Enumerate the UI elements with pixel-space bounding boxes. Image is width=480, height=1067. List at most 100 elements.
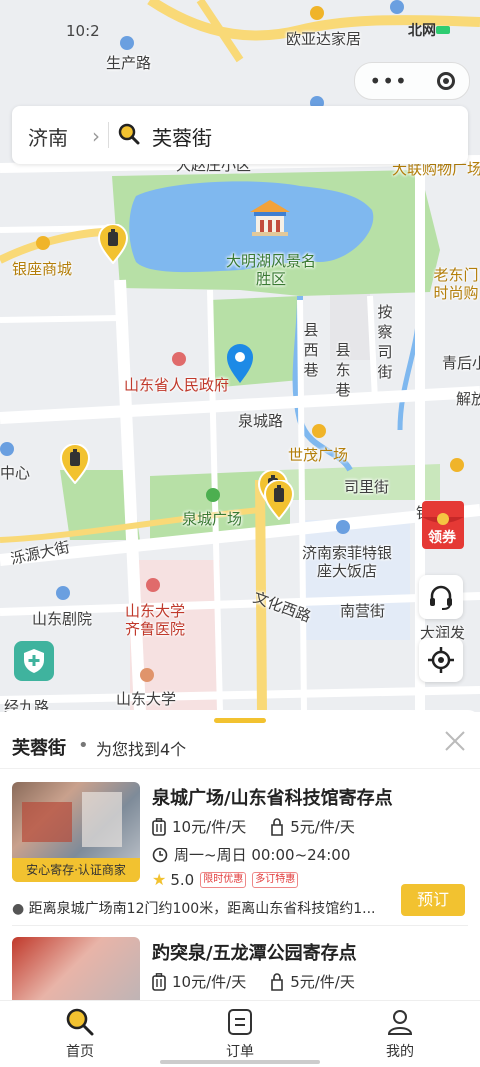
- pavilion-icon: [250, 200, 290, 236]
- shield-plus-icon: [24, 649, 44, 673]
- tab-home[interactable]: 首页: [40, 1007, 120, 1061]
- price-large: 10元/件/天: [172, 818, 247, 836]
- location-icon: ●: [12, 901, 25, 917]
- mall-icon[interactable]: [310, 6, 324, 20]
- promo-tag: 限时优惠: [200, 871, 247, 888]
- map-label: 青后小: [442, 354, 480, 372]
- map-label: 解放: [456, 390, 480, 408]
- map-label: 山东省人民政府: [124, 376, 230, 394]
- map-label: 世茂广场: [288, 446, 349, 464]
- chevron-right-icon[interactable]: ›: [92, 124, 100, 148]
- school-icon[interactable]: [140, 668, 154, 682]
- map-label: 按察司街: [377, 303, 393, 381]
- divider: [12, 925, 468, 926]
- government-icon[interactable]: [172, 352, 186, 366]
- distance-value: 距离泉城广场南12门约100米，距离山东省科技馆约1...: [28, 901, 376, 917]
- hotel-icon[interactable]: [336, 520, 350, 534]
- miniprogram-capsule[interactable]: •••: [354, 62, 470, 100]
- search-bar[interactable]: 济南 › 芙蓉街: [12, 106, 468, 164]
- status-time: 10:2: [66, 22, 100, 40]
- park-icon[interactable]: [206, 488, 220, 502]
- map-label: 山东大学: [116, 690, 177, 708]
- search-input[interactable]: 芙蓉街: [152, 122, 212, 151]
- map-label: 大明湖风景名胜区: [226, 252, 317, 288]
- map-label: 县西巷: [303, 321, 319, 379]
- metro-icon[interactable]: [0, 442, 14, 456]
- divider: [0, 768, 480, 769]
- certified-badge: 安心寄存·认证商家: [12, 858, 140, 882]
- location-pin-icon: [227, 344, 253, 383]
- search-icon: [66, 1008, 94, 1036]
- distance-text: ● 距离泉城广场南12门约100米，距离山东省科技馆约1...: [12, 898, 392, 918]
- map-label: 银座商城: [12, 260, 73, 278]
- status-bar: 10:2 北网: [0, 0, 480, 40]
- mall-icon[interactable]: [312, 424, 326, 438]
- tab-bar: 首页 订单 我的: [0, 1000, 480, 1067]
- bag-icon: [271, 972, 284, 991]
- hours-text: 周一~周日 00:00~24:00: [174, 846, 351, 864]
- list-item[interactable]: 趵突泉/五龙潭公园寄存点 10元/件/天 5元/件/天: [12, 937, 468, 1000]
- search-icon: [118, 123, 140, 145]
- tab-label: 首页: [66, 1044, 94, 1060]
- price-row: 10元/件/天 5元/件/天: [152, 971, 355, 992]
- coupon-label: 领券: [428, 530, 456, 546]
- storage-photo: 安心寄存·认证商家: [12, 782, 140, 882]
- storage-point-marker[interactable]: [264, 480, 294, 520]
- hospital-icon[interactable]: [146, 578, 160, 592]
- mall-icon[interactable]: [450, 458, 464, 472]
- item-title: 趵突泉/五龙潭公园寄存点: [152, 943, 357, 964]
- item-title: 泉城广场/山东省科技馆寄存点: [152, 788, 393, 809]
- map-label: 泉城路: [238, 412, 284, 430]
- tab-profile[interactable]: 我的: [360, 1007, 440, 1061]
- bag-icon: [271, 817, 284, 836]
- suitcase-icon: [152, 972, 166, 991]
- storage-photo: [12, 937, 140, 1000]
- coupon-button[interactable]: 领券: [418, 499, 470, 551]
- divider: [108, 122, 109, 148]
- map-label: 泉城广场: [182, 510, 243, 528]
- map-label: 南营街: [340, 602, 386, 620]
- customer-service-button[interactable]: [419, 575, 463, 619]
- storage-point-marker[interactable]: [98, 224, 128, 264]
- map-label: 生产路: [106, 54, 152, 72]
- city-selector[interactable]: 济南: [28, 122, 68, 151]
- mall-icon[interactable]: [36, 236, 50, 250]
- tab-label: 订单: [226, 1044, 254, 1060]
- battery-icon: [436, 26, 450, 34]
- storage-point-marker[interactable]: [60, 444, 90, 484]
- rating-row: ★ 5.0 限时优惠 多订特惠: [152, 870, 299, 889]
- star-icon: ★: [152, 870, 167, 889]
- clock-icon: [152, 847, 168, 862]
- opening-hours: 周一~周日 00:00~24:00: [152, 844, 350, 865]
- price-row: 10元/件/天 5元/件/天: [152, 816, 355, 837]
- insurance-button[interactable]: [14, 641, 54, 681]
- map-view[interactable]: 10:2 北网 ••• 生产路 欧亚达家居 大联购物广场 大赵庄小区 银座商城 …: [0, 0, 480, 712]
- map-label: 欧亚达家居: [286, 30, 362, 48]
- theater-icon[interactable]: [56, 586, 70, 600]
- title-separator: •: [78, 735, 89, 756]
- home-indicator: [160, 1060, 320, 1064]
- map-label: 老东门时尚购: [433, 266, 479, 302]
- close-icon[interactable]: [442, 728, 468, 754]
- tab-label: 我的: [386, 1044, 414, 1060]
- profile-icon: [387, 1010, 413, 1035]
- map-label: 县东巷: [335, 341, 351, 399]
- map-label: 司里街: [344, 478, 390, 496]
- price-small: 5元/件/天: [290, 818, 355, 836]
- more-icon[interactable]: •••: [369, 69, 407, 93]
- network-label: 北网: [408, 23, 436, 39]
- metro-icon[interactable]: [390, 0, 404, 14]
- suitcase-icon: [152, 817, 166, 836]
- sheet-handle[interactable]: [214, 718, 266, 723]
- book-button[interactable]: 预订: [401, 884, 465, 916]
- locate-me-button[interactable]: [419, 638, 463, 682]
- metro-icon[interactable]: [120, 36, 134, 50]
- headset-icon: [430, 585, 452, 610]
- price-large: 10元/件/天: [172, 973, 247, 991]
- rating-value: 5.0: [170, 870, 195, 889]
- tab-orders[interactable]: 订单: [200, 1007, 280, 1061]
- list-item[interactable]: 安心寄存·认证商家 泉城广场/山东省科技馆寄存点 10元/件/天 5元/件/天 …: [12, 782, 468, 922]
- close-miniprogram-icon[interactable]: [436, 72, 455, 90]
- map-label: 济南索菲特银座大饭店: [302, 544, 393, 580]
- promo-tag: 多订特惠: [252, 871, 299, 888]
